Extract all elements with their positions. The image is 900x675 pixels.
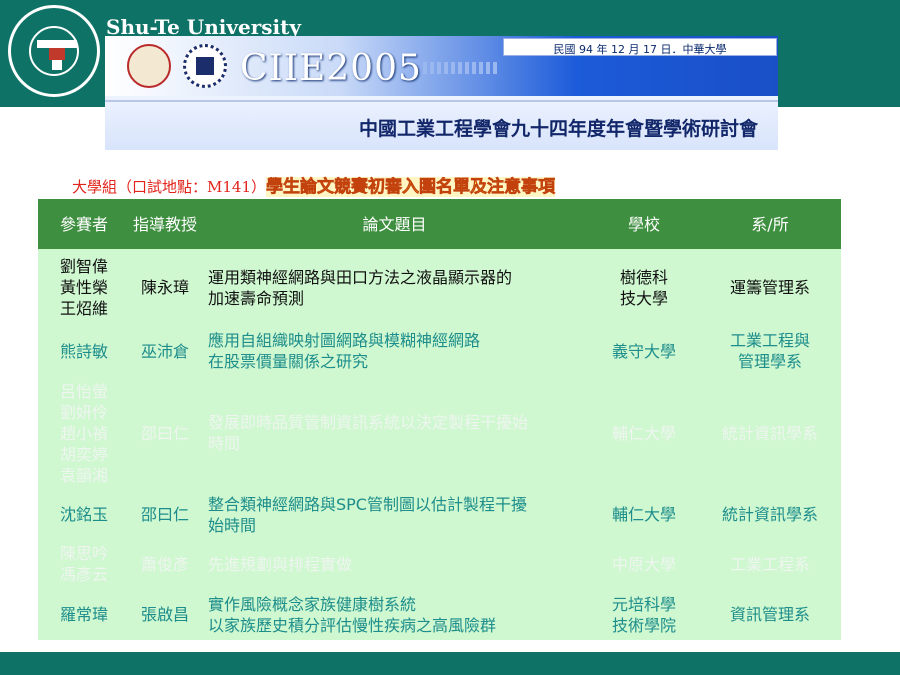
title-cell: 先進規劃與排程實做 — [200, 539, 589, 589]
participants-cell: 劉智偉 黃性榮 王炤維 — [38, 249, 130, 326]
title-line: 整合類神經網路與SPC管制圖以估計製程干擾 — [208, 494, 527, 514]
date-bar: 民國 94 年 12 月 17 日．中華大學 — [503, 38, 777, 56]
date-line: 民國 94 年 12 月 17 日．中華大學 — [553, 43, 727, 56]
column-header-dept: 系/所 — [699, 199, 841, 249]
dept-cell: 統計資訊學系 — [699, 490, 841, 539]
participant-name: 羅常瑋 — [59, 605, 108, 624]
school-cell: 樹德科 技大學 — [589, 249, 699, 326]
participants-cell: 熊詩敏 — [38, 326, 130, 376]
gear-emblem-icon — [183, 44, 227, 88]
title-cell: 應用自組織映射圖網路與模糊神經網路 在股票價量關係之研究 — [200, 326, 589, 376]
participants-cell: 呂怡螢 劉妍伶 趙小禎 胡奕婷 袁韻湘 — [38, 376, 130, 490]
title-line: 運用類神經網路與田口方法之液晶顯示器的 — [208, 267, 513, 287]
dept-cell: 運籌管理系 — [699, 249, 841, 326]
dept-cell: 統計資訊學系 — [699, 376, 841, 490]
dept-line: 統計資訊學系 — [721, 423, 818, 443]
participant-name: 陳思吟 — [59, 544, 108, 563]
title-cell: 實作風險概念家族健康樹系統 以家族歷史積分評估慢性疾病之高風險群 — [200, 589, 589, 640]
dept-line: 工業工程系 — [729, 554, 810, 574]
title-line: 應用自組織映射圖網路與模糊神經網路 — [208, 331, 481, 350]
table-row: 沈銘玉 邵曰仁 整合類神經網路與SPC管制圖以估計製程干擾 始時間 輔仁大學 統計… — [38, 490, 841, 539]
advisor-cell: 陳永璋 — [140, 278, 189, 297]
participants-cell: 羅常瑋 — [38, 589, 130, 640]
school-line: 輔仁大學 — [611, 505, 676, 524]
school-line: 義守大學 — [611, 341, 676, 361]
dept-line: 統計資訊學系 — [721, 505, 818, 524]
school-line: 樹德科 — [619, 267, 668, 287]
subtitle-heading: 學生論文競賽初審入圍名單及注意事項 — [266, 177, 556, 198]
dept-line: 資訊管理系 — [729, 605, 810, 624]
advisor-cell: 蕭俊彥 — [140, 554, 189, 574]
title-line: 始時間 — [208, 515, 257, 535]
conference-name: CIIE2005 — [240, 48, 422, 89]
table-row: 陳思吟馮彥云 蕭俊彥 先進規劃與排程實做 中原大學 工業工程系 — [38, 539, 841, 589]
title-line: 實作風險概念家族健康樹系統 — [208, 594, 417, 614]
participant-name: 熊詩敏 — [59, 341, 108, 361]
subtitle-group: 大學組（口試地點：M141） — [72, 178, 266, 196]
school-line: 技大學 — [619, 288, 668, 308]
participants-cell: 陳思吟 馮彥云 — [38, 539, 130, 589]
school-cell: 義守大學 — [589, 326, 699, 376]
dept-line: 運籌管理系 — [729, 278, 810, 297]
table-header-row: 參賽者 指導教授 論文題目 學校 系/所 — [38, 199, 841, 249]
advisor-cell: 巫沛倉 — [140, 341, 189, 361]
participant-name: 胡奕婷 — [59, 444, 108, 464]
school-cell: 輔仁大學 — [589, 376, 699, 490]
event-title: 中國工業工程學會九十四年度年會暨學術研討會 — [358, 118, 758, 140]
table-row: 熊詩敏 巫沛倉 應用自組織映射圖網路與模糊神經網路 在股票價量關係之研究 義守大學… — [38, 326, 841, 376]
title-cell: 發展即時品質管制資訊系統以決定製程干擾始 時間 — [200, 376, 589, 490]
participant-name: 王炤維 — [59, 299, 108, 318]
table-row: 羅常瑋 張啟昌 實作風險概念家族健康樹系統 以家族歷史積分評估慢性疾病之高風險群 … — [38, 589, 841, 640]
participant-name: 馮彥云 — [59, 565, 108, 584]
advisor-cell: 邵曰仁 — [140, 423, 189, 443]
column-header-title: 論文題目 — [200, 199, 589, 249]
banner-divider — [105, 100, 778, 102]
column-header-advisor: 指導教授 — [130, 199, 200, 249]
school-line: 技術學院 — [611, 615, 676, 635]
dept-cell: 工業工程與 管理學系 — [699, 326, 841, 376]
conference-banner: 民國 94 年 12 月 17 日．中華大學 CIIE2005 中國工業工程學會… — [105, 36, 778, 150]
advisor-cell: 張啟昌 — [140, 605, 189, 624]
table-row: 劉智偉 黃性榮 王炤維 陳永璋 運用類神經網路與田口方法之液晶顯示器的 加速壽命預測 … — [38, 249, 841, 326]
dept-cell: 資訊管理系 — [699, 589, 841, 640]
title-line: 以家族歷史積分評估慢性疾病之高風險群 — [208, 615, 497, 635]
participant-name: 袁韻湘 — [59, 465, 108, 485]
table-row: 呂怡螢 劉妍伶 趙小禎 胡奕婷 袁韻湘 邵曰仁 發展即時品質管制資訊系統以決定製程干擾始… — [38, 376, 841, 490]
page-subtitle: 大學組（口試地點：M141）學生論文競賽初審入圍名單及注意事項 — [72, 172, 556, 198]
participant-name: 呂怡螢 — [59, 381, 108, 401]
participant-name: 劉妍伶 — [59, 402, 108, 422]
university-logo — [8, 5, 100, 97]
bottom-bar — [0, 652, 900, 675]
dept-line: 管理學系 — [737, 352, 802, 371]
finalists-table: 參賽者 指導教授 論文題目 學校 系/所 劉智偉黃性榮王炤維 陳永璋 運用類神經… — [38, 199, 841, 640]
logo-red-mark — [49, 48, 65, 60]
dots-decoration — [423, 62, 498, 74]
school-line: 元培科學 — [611, 594, 676, 614]
column-header-school: 學校 — [589, 199, 699, 249]
school-cell: 元培科學 技術學院 — [589, 589, 699, 640]
title-line: 先進規劃與排程實做 — [208, 554, 353, 574]
title-cell: 整合類神經網路與SPC管制圖以估計製程干擾 始時間 — [200, 490, 589, 539]
school-line: 中原大學 — [611, 554, 676, 574]
participants-cell: 沈銘玉 — [38, 490, 130, 539]
participant-name: 沈銘玉 — [59, 505, 108, 524]
column-header-participants: 參賽者 — [38, 199, 130, 249]
participant-name: 劉智偉 — [59, 257, 108, 276]
emblem-icon — [127, 44, 171, 88]
school-line: 輔仁大學 — [611, 423, 676, 443]
dept-line: 工業工程與 — [729, 331, 810, 350]
title-line: 發展即時品質管制資訊系統以決定製程干擾始 — [208, 413, 529, 432]
title-line: 在股票價量關係之研究 — [208, 352, 369, 371]
title-line: 加速壽命預測 — [208, 288, 305, 308]
participant-name: 趙小禎 — [59, 423, 108, 443]
school-cell: 輔仁大學 — [589, 490, 699, 539]
title-line: 時間 — [208, 434, 241, 453]
emblem-center — [196, 57, 214, 75]
advisor-cell: 邵曰仁 — [140, 505, 189, 524]
dept-cell: 工業工程系 — [699, 539, 841, 589]
participant-name: 黃性榮 — [59, 278, 108, 297]
title-cell: 運用類神經網路與田口方法之液晶顯示器的 加速壽命預測 — [200, 249, 589, 326]
school-cell: 中原大學 — [589, 539, 699, 589]
